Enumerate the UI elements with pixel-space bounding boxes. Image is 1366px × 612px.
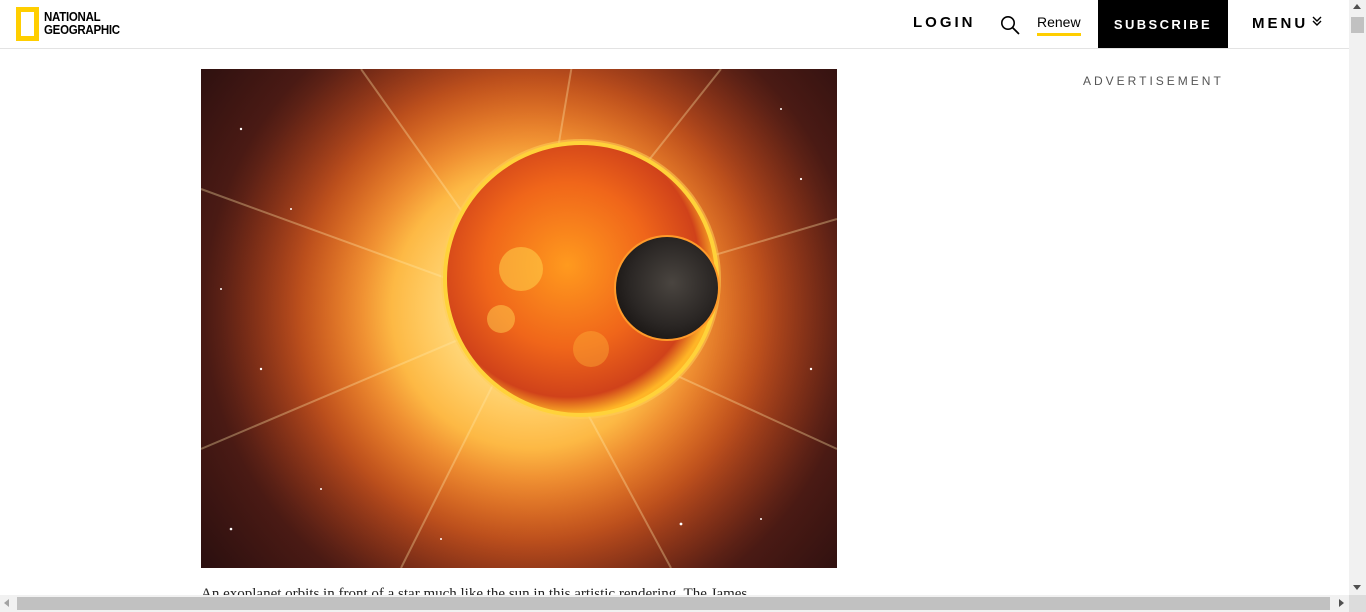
vertical-scrollbar[interactable] <box>1349 0 1366 595</box>
menu-label: MENU <box>1252 14 1309 32</box>
horizontal-scrollbar[interactable] <box>0 595 1349 612</box>
natgeo-logo[interactable]: NATIONAL GEOGRAPHIC <box>16 7 126 41</box>
chevron-down-double-icon <box>1308 14 1324 32</box>
logo-line-2: GEOGRAPHIC <box>44 23 120 37</box>
renew-link[interactable]: Renew <box>1037 14 1081 36</box>
horizontal-scroll-thumb[interactable] <box>17 597 1330 610</box>
site-header: NATIONAL GEOGRAPHIC LOGIN Renew SUBSCRIB… <box>0 0 1349 49</box>
yellow-border-logo-icon <box>16 7 39 41</box>
menu-button[interactable]: MENU <box>1252 14 1324 32</box>
scrollbar-corner <box>1349 595 1366 612</box>
subscribe-button[interactable]: SUBSCRIBE <box>1098 0 1228 48</box>
search-icon[interactable] <box>1000 15 1020 35</box>
vertical-scroll-thumb[interactable] <box>1351 17 1364 33</box>
star-exoplanet-illustration <box>201 69 837 568</box>
scroll-right-arrow-icon[interactable] <box>1339 599 1344 607</box>
logo-wordmark: NATIONAL GEOGRAPHIC <box>44 11 120 37</box>
scroll-left-arrow-icon[interactable] <box>4 599 9 607</box>
advertisement-label: ADVERTISEMENT <box>1083 74 1224 88</box>
hero-image <box>201 69 837 568</box>
browser-viewport: NATIONAL GEOGRAPHIC LOGIN Renew SUBSCRIB… <box>0 0 1366 612</box>
scroll-down-arrow-icon[interactable] <box>1353 585 1361 590</box>
login-link[interactable]: LOGIN <box>913 14 976 31</box>
scroll-up-arrow-icon[interactable] <box>1353 4 1361 9</box>
